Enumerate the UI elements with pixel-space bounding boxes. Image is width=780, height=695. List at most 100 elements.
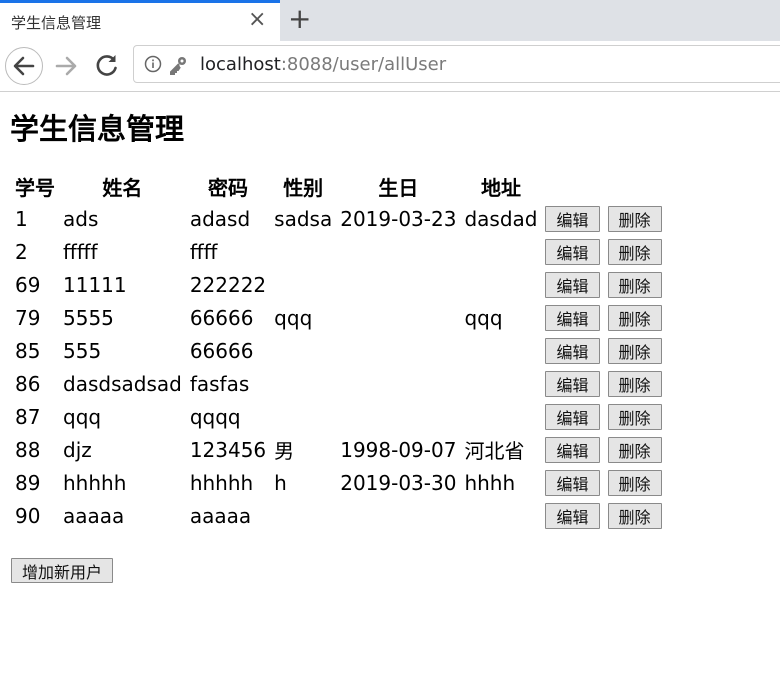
delete-button[interactable]: 删除 (607, 271, 662, 298)
cell-birthday (337, 335, 459, 366)
back-button[interactable] (5, 47, 43, 85)
cell-actions: 编辑 删除 (542, 302, 664, 333)
cell-id: 86 (15, 371, 41, 396)
header-name: 姓名 (102, 176, 143, 200)
header-actions (542, 172, 664, 201)
cell-birthday (337, 302, 459, 333)
cell-password: adasd (189, 206, 251, 231)
cell-actions: 编辑 删除 (542, 203, 664, 234)
table-row: 90 aaaaa aaaaa 编辑 删除 (12, 500, 665, 531)
edit-button[interactable]: 编辑 (545, 304, 600, 331)
cell-gender (271, 335, 335, 366)
cell-password: ffff (189, 239, 218, 264)
browser-tab[interactable]: 学生信息管理 × (0, 0, 280, 41)
new-tab-icon[interactable]: + (288, 4, 311, 34)
cell-password: 123456 (189, 437, 267, 462)
header-id: 学号 (15, 176, 55, 200)
browser-toolbar: localhost:8088/user/allUser (0, 41, 780, 92)
delete-button[interactable]: 删除 (607, 436, 662, 463)
delete-button[interactable]: 删除 (607, 205, 662, 232)
cell-gender (271, 269, 335, 300)
cell-actions: 编辑 删除 (542, 500, 664, 531)
reload-button[interactable] (88, 47, 126, 85)
forward-arrow-icon (55, 56, 77, 76)
delete-button[interactable]: 删除 (607, 337, 662, 364)
table-header-row: 学号 姓名 密码 性别 生日 地址 (12, 172, 665, 201)
cell-actions: 编辑 删除 (542, 401, 664, 432)
edit-button[interactable]: 编辑 (545, 469, 600, 496)
delete-button[interactable]: 删除 (607, 469, 662, 496)
cell-address: 河北省 (464, 439, 525, 463)
cell-name: qqq (63, 404, 102, 429)
cell-password: hhhhh (189, 470, 254, 495)
delete-button[interactable]: 删除 (607, 403, 662, 430)
cell-address: hhhh (464, 470, 516, 495)
cell-address (461, 236, 540, 267)
cell-name: 5555 (63, 305, 114, 330)
cell-birthday (337, 500, 459, 531)
edit-button[interactable]: 编辑 (545, 238, 600, 265)
edit-button[interactable]: 编辑 (545, 436, 600, 463)
info-icon[interactable] (144, 55, 162, 73)
cell-birthday (337, 269, 459, 300)
cell-birthday (337, 368, 459, 399)
delete-button[interactable]: 删除 (607, 238, 662, 265)
forward-button[interactable] (48, 47, 86, 85)
address-bar[interactable]: localhost:8088/user/allUser (133, 45, 780, 83)
cell-birthday: 1998-09-07 (340, 437, 457, 462)
cell-id: 85 (15, 338, 41, 363)
edit-button[interactable]: 编辑 (545, 337, 600, 364)
edit-button[interactable]: 编辑 (545, 502, 600, 529)
tab-title: 学生信息管理 (11, 14, 102, 32)
cell-address (461, 368, 540, 399)
key-icon[interactable] (168, 55, 188, 75)
cell-gender: h (274, 470, 287, 495)
cell-birthday: 2019-03-23 (340, 206, 457, 231)
page-title: 学生信息管理 (10, 112, 185, 146)
header-gender: 性别 (283, 176, 324, 200)
cell-name: fffff (63, 239, 98, 264)
add-user-button[interactable]: 增加新用户 (11, 558, 114, 583)
cell-actions: 编辑 删除 (542, 269, 664, 300)
table-body: 1 ads adasd sadsa 2019-03-23 dasdad 编辑 删除 2 fffff… (12, 203, 665, 531)
delete-button[interactable]: 删除 (607, 304, 662, 331)
cell-id: 87 (15, 404, 41, 429)
cell-password: 66666 (189, 338, 254, 363)
url-host: localhost (200, 54, 281, 75)
cell-id: 90 (15, 503, 41, 528)
cell-actions: 编辑 删除 (542, 434, 664, 465)
cell-gender: 男 (274, 439, 295, 463)
cell-address (461, 335, 540, 366)
users-table: 学号 姓名 密码 性别 生日 地址 1 ads adasd sadsa 2019-03-… (10, 170, 667, 533)
cell-actions: 编辑 删除 (542, 467, 664, 498)
table-row: 85 555 66666 编辑 删除 (12, 335, 665, 366)
cell-address: qqq (464, 305, 503, 330)
header-address: 地址 (480, 176, 521, 200)
cell-id: 69 (15, 272, 41, 297)
table-row: 87 qqq qqqq 编辑 删除 (12, 401, 665, 432)
url-path: :8088/user/allUser (280, 54, 447, 75)
cell-address (461, 269, 540, 300)
delete-button[interactable]: 删除 (607, 370, 662, 397)
edit-button[interactable]: 编辑 (545, 205, 600, 232)
cell-id: 2 (15, 239, 28, 264)
cell-actions: 编辑 删除 (542, 368, 664, 399)
edit-button[interactable]: 编辑 (545, 403, 600, 430)
header-password: 密码 (207, 176, 248, 200)
header-birthday: 生日 (378, 176, 419, 200)
edit-button[interactable]: 编辑 (545, 370, 600, 397)
url-text: localhost:8088/user/allUser (200, 54, 446, 75)
cell-address (461, 401, 540, 432)
close-tab-icon[interactable]: × (248, 9, 266, 31)
delete-button[interactable]: 删除 (607, 502, 662, 529)
cell-password: 222222 (189, 272, 267, 297)
table-row: 88 djz 123456 男 1998-09-07 河北省 编辑 删除 (12, 434, 665, 465)
edit-button[interactable]: 编辑 (545, 271, 600, 298)
cell-id: 89 (15, 470, 41, 495)
table-row: 1 ads adasd sadsa 2019-03-23 dasdad 编辑 删除 (12, 203, 665, 234)
back-arrow-icon (13, 56, 35, 76)
cell-name: ads (63, 206, 99, 231)
cell-gender (271, 236, 335, 267)
cell-gender (271, 500, 335, 531)
reload-icon (96, 55, 117, 76)
